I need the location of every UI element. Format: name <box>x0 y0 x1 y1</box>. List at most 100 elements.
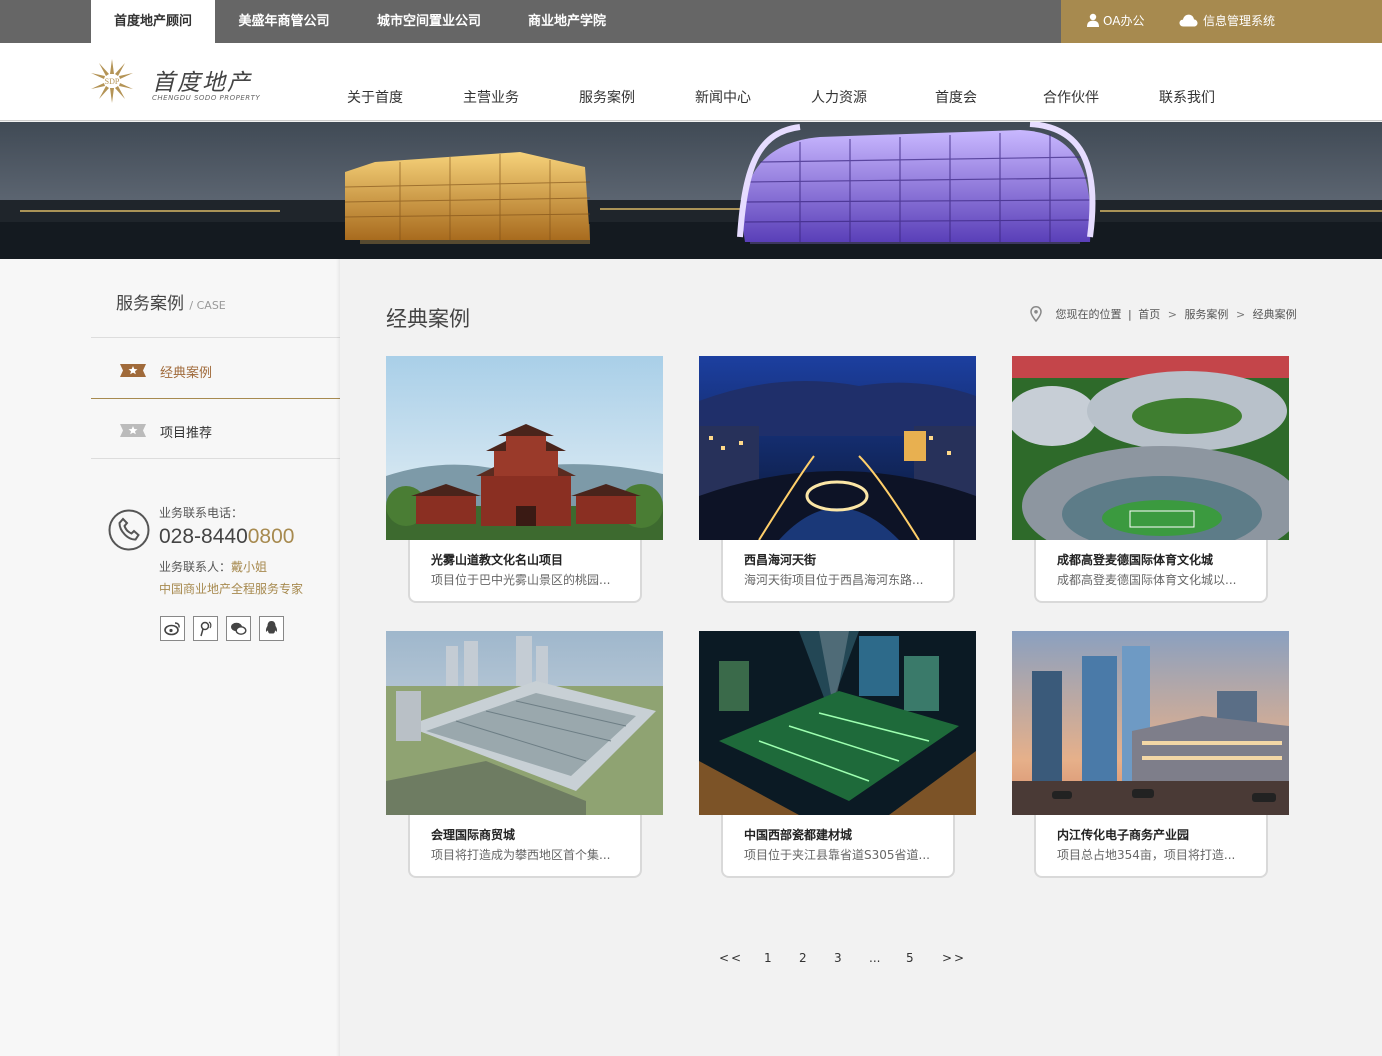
weibo-icon <box>164 622 180 636</box>
logo-mark-text: SDP <box>105 77 120 86</box>
qq-icon <box>265 621 278 634</box>
pager-page[interactable]: 3 <box>834 951 842 965</box>
case-image[interactable] <box>699 631 976 815</box>
site-header: SDP 首度地产 CHENGDU SODO PROPERTY 关于首度 主营业务… <box>0 43 1382 121</box>
case-desc: 海河天街项目位于西昌海河东路... <box>744 573 924 587</box>
wechat-button[interactable] <box>226 616 251 641</box>
hero-banner <box>0 122 1382 259</box>
sidebar-shadow <box>336 259 340 1056</box>
case-image[interactable] <box>699 356 976 540</box>
tencent-weibo-icon <box>200 621 212 637</box>
nav-club[interactable]: 首度会 <box>935 87 977 107</box>
case-desc: 项目将打造成为攀西地区首个集... <box>431 848 611 862</box>
breadcrumb: 您现在的位置 | 首页 > 服务案例 > 经典案例 <box>1030 306 1297 323</box>
case-title: 会理国际商贸城 <box>431 828 516 842</box>
slogan: 中国商业地产全程服务专家 <box>159 582 304 596</box>
wechat-icon <box>231 622 247 635</box>
logo-subtext: CHENGDU SODO PROPERTY <box>152 94 261 102</box>
breadcrumb-sep: > <box>1235 308 1246 321</box>
contact-person: 业务联系人：戴小姐 <box>159 558 267 575</box>
tab-academy[interactable]: 商业地产学院 <box>505 0 629 43</box>
sidebar-title-en: / CASE <box>189 299 226 312</box>
case-desc: 项目总占地354亩，项目将打造... <box>1057 848 1236 862</box>
case-image[interactable] <box>1012 356 1289 540</box>
page-title: 经典案例 <box>386 307 470 331</box>
case-title: 内江传化电子商务产业园 <box>1057 828 1190 842</box>
user-icon <box>1087 13 1099 27</box>
case-image[interactable] <box>1012 631 1289 815</box>
case-caption[interactable]: 内江传化电子商务产业园 项目总占地354亩，项目将打造... <box>1034 815 1268 878</box>
tab-meishengnian[interactable]: 美盛年商管公司 <box>215 0 353 43</box>
case-title: 光雾山道教文化名山项目 <box>431 553 564 567</box>
tab-city-space[interactable]: 城市空间置业公司 <box>353 0 505 43</box>
star-tag-icon <box>120 364 146 377</box>
breadcrumb-level1[interactable]: 服务案例 <box>1184 306 1228 322</box>
pager-page[interactable]: 2 <box>799 951 807 965</box>
divider <box>91 337 340 338</box>
tab-sodo-consulting[interactable]: 首度地产顾问 <box>91 0 215 43</box>
pager-ellipsis: ... <box>869 951 881 965</box>
qq-button[interactable] <box>259 616 284 641</box>
case-caption[interactable]: 会理国际商贸城 项目将打造成为攀西地区首个集... <box>408 815 642 878</box>
case-card[interactable]: 中国西部瓷都建材城 项目位于夹江县靠省道S305省道... <box>699 631 976 878</box>
sidebar-title-text: 服务案例 <box>116 294 184 314</box>
pager-page[interactable]: 5 <box>906 951 914 965</box>
breadcrumb-divider: | <box>1128 308 1132 321</box>
case-title: 成都高登麦德国际体育文化城 <box>1057 553 1214 567</box>
banner-image <box>0 122 1382 259</box>
case-desc: 成都高登麦德国际体育文化城以... <box>1057 573 1237 587</box>
case-desc: 项目位于巴中光雾山景区的桃园... <box>431 573 611 587</box>
nav-business[interactable]: 主营业务 <box>463 87 519 107</box>
info-system-link[interactable]: 信息管理系统 <box>1179 0 1275 43</box>
oa-label: OA办公 <box>1103 14 1145 28</box>
cloud-icon <box>1179 14 1198 27</box>
breadcrumb-current: 经典案例 <box>1252 308 1297 321</box>
location-pin-icon <box>1030 306 1042 323</box>
sdp-logo-icon[interactable]: SDP <box>91 59 133 103</box>
case-card[interactable]: 内江传化电子商务产业园 项目总占地354亩，项目将打造... <box>1012 631 1289 878</box>
phone-tail: 0800 <box>247 525 295 548</box>
case-card[interactable]: 会理国际商贸城 项目将打造成为攀西地区首个集... <box>386 631 663 878</box>
oa-link[interactable]: OA办公 <box>1087 0 1144 43</box>
pager-next[interactable]: >> <box>942 951 966 965</box>
case-card[interactable]: 西昌海河天街 海河天街项目位于西昌海河东路... <box>699 356 976 603</box>
sidebar-item-label: 经典案例 <box>160 366 213 381</box>
pager-page[interactable]: 1 <box>764 951 772 965</box>
sidebar-item-label: 项目推荐 <box>160 426 213 441</box>
nav-hr[interactable]: 人力资源 <box>811 87 867 107</box>
case-card[interactable]: 光雾山道教文化名山项目 项目位于巴中光雾山景区的桃园... <box>386 356 663 603</box>
phone-label: 业务联系电话： <box>159 506 244 520</box>
phone-number[interactable]: 028-84400800 <box>159 525 294 549</box>
case-image[interactable] <box>386 631 663 815</box>
top-right-links: OA办公 信息管理系统 <box>1061 0 1382 43</box>
case-title: 西昌海河天街 <box>744 553 817 567</box>
case-title: 中国西部瓷都建材城 <box>744 828 853 842</box>
sidebar-item-classic-cases[interactable]: 经典案例 <box>91 341 340 399</box>
breadcrumb-sep: > <box>1167 308 1177 321</box>
case-image[interactable] <box>386 356 663 540</box>
contact-person-name: 戴小姐 <box>231 560 268 574</box>
phone-main: 028-8440 <box>159 525 248 548</box>
breadcrumb-prefix: 您现在的位置 <box>1055 308 1122 321</box>
case-desc: 项目位于夹江县靠省道S305省道... <box>744 848 930 862</box>
breadcrumb-home[interactable]: 首页 <box>1138 306 1160 322</box>
case-caption[interactable]: 成都高登麦德国际体育文化城 成都高登麦德国际体育文化城以... <box>1034 540 1268 603</box>
star-tag-icon <box>120 424 146 437</box>
pager-prev[interactable]: << <box>719 951 743 965</box>
case-caption[interactable]: 西昌海河天街 海河天街项目位于西昌海河东路... <box>721 540 955 603</box>
case-card[interactable]: 成都高登麦德国际体育文化城 成都高登麦德国际体育文化城以... <box>1012 356 1289 603</box>
weibo-button[interactable] <box>160 616 185 641</box>
nav-partners[interactable]: 合作伙伴 <box>1043 87 1099 107</box>
sidebar-title: 服务案例 / CASE <box>116 289 226 314</box>
logo-text[interactable]: 首度地产 <box>152 63 252 97</box>
sidebar-item-project-recommend[interactable]: 项目推荐 <box>91 401 340 459</box>
nav-cases[interactable]: 服务案例 <box>579 87 635 107</box>
phone-icon <box>108 509 150 551</box>
nav-contact[interactable]: 联系我们 <box>1159 87 1215 107</box>
nav-news[interactable]: 新闻中心 <box>695 87 751 107</box>
case-caption[interactable]: 中国西部瓷都建材城 项目位于夹江县靠省道S305省道... <box>721 815 955 878</box>
case-caption[interactable]: 光雾山道教文化名山项目 项目位于巴中光雾山景区的桃园... <box>408 540 642 603</box>
nav-about[interactable]: 关于首度 <box>347 87 403 107</box>
contact-person-label: 业务联系人： <box>159 560 232 574</box>
tencent-weibo-button[interactable] <box>193 616 218 641</box>
